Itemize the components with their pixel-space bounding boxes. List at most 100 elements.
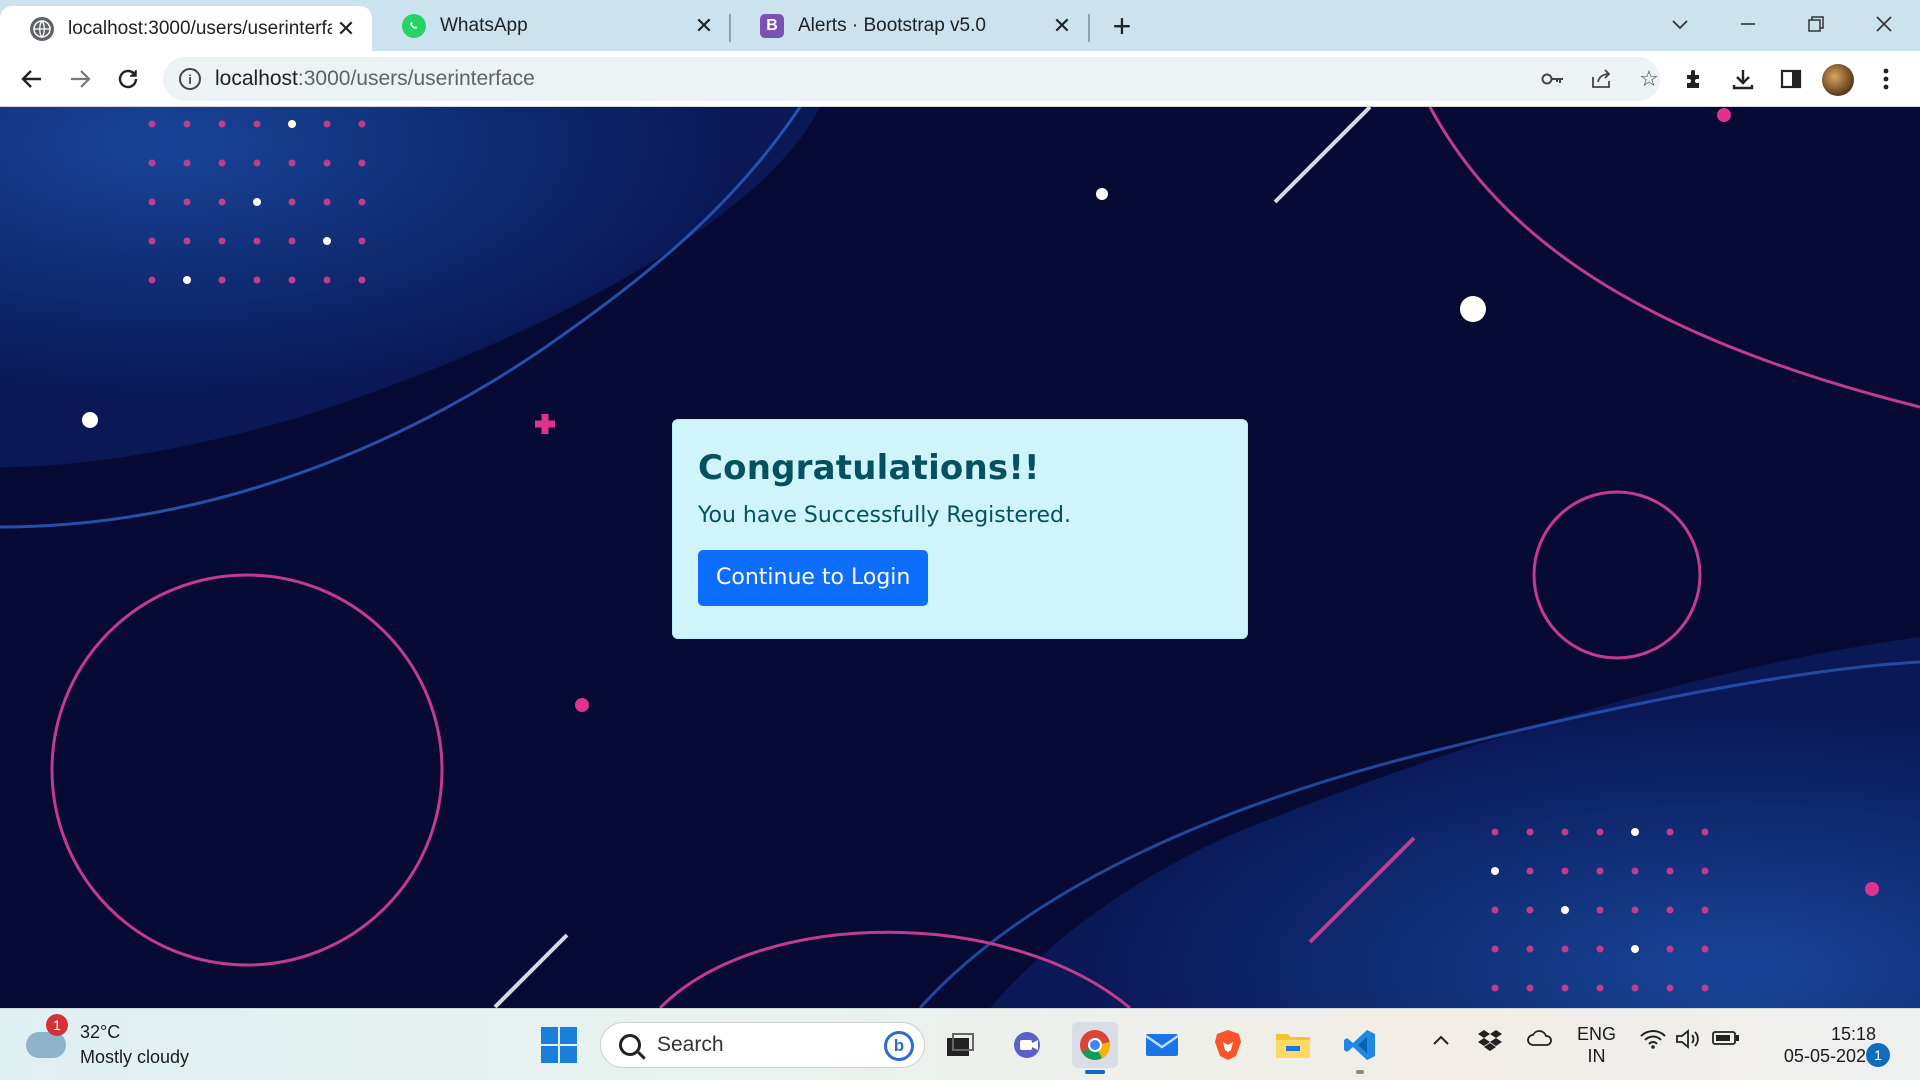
decorative-dot — [148, 276, 156, 284]
decorative-dot — [1596, 906, 1604, 914]
close-tab-icon[interactable]: ✕ — [1048, 12, 1076, 40]
decorative-dot — [218, 120, 226, 128]
language-region: IN — [1587, 1046, 1606, 1066]
close-tab-icon[interactable]: ✕ — [332, 15, 360, 43]
decorative-dot — [1561, 867, 1569, 875]
decorative-dot — [1491, 867, 1499, 875]
teams-chat-icon[interactable] — [1006, 1022, 1052, 1068]
browser-tab-bar: localhost:3000/users/userinterfac ✕ What… — [0, 0, 1920, 51]
language-code: ENG — [1577, 1024, 1617, 1044]
cloud-icon: 1 — [26, 1014, 68, 1058]
decorative-dot — [1666, 828, 1674, 836]
decorative-dot — [1631, 867, 1639, 875]
decorative-dot — [323, 120, 331, 128]
vscode-icon[interactable] — [1337, 1022, 1383, 1074]
onedrive-cloud-icon[interactable] — [1526, 1029, 1554, 1053]
reload-button[interactable] — [108, 59, 148, 99]
decorative-dot — [1596, 984, 1604, 992]
mail-icon[interactable] — [1139, 1022, 1185, 1068]
decorative-dot — [358, 237, 366, 245]
new-tab-button[interactable]: + — [1104, 8, 1140, 44]
decorative-dot — [323, 276, 331, 284]
decorative-dot — [288, 237, 296, 245]
windows-taskbar: 1 32°C Mostly cloudy Search b ENG IN 15:… — [0, 1008, 1920, 1080]
key-icon[interactable] — [1535, 61, 1571, 97]
decorative-dot — [1561, 984, 1569, 992]
system-clock[interactable]: 15:18 05-05-2023 — [1752, 1023, 1876, 1067]
task-view-icon[interactable] — [937, 1022, 983, 1068]
open-indicator — [1356, 1070, 1364, 1074]
extensions-puzzle-icon[interactable] — [1675, 59, 1715, 99]
clock-time: 15:18 — [1830, 1024, 1876, 1044]
browser-toolbar: i localhost:3000/users/userinterface ☆ — [0, 51, 1920, 107]
decorative-dot — [358, 198, 366, 206]
decorative-dot — [1631, 906, 1639, 914]
decorative-dot — [323, 159, 331, 167]
url-text[interactable]: localhost:3000/users/userinterface — [215, 67, 535, 91]
clock-date: 05-05-2023 — [1783, 1046, 1876, 1066]
notification-badge[interactable]: 1 — [1866, 1043, 1890, 1067]
decorative-dot — [323, 237, 331, 245]
decorative-dot — [218, 198, 226, 206]
decorative-dot — [253, 237, 261, 245]
volume-icon[interactable] — [1675, 1029, 1701, 1055]
decorative-dot — [1666, 984, 1674, 992]
decorative-dot — [253, 276, 261, 284]
decorative-dot — [183, 120, 191, 128]
file-explorer-icon[interactable] — [1270, 1022, 1316, 1068]
menu-kebab-icon[interactable] — [1866, 59, 1906, 99]
decorative-dot — [148, 120, 156, 128]
decorative-dot — [1631, 828, 1639, 836]
download-icon[interactable] — [1723, 59, 1763, 99]
show-hidden-icons-chevron-icon[interactable] — [1432, 1029, 1450, 1052]
back-button[interactable] — [12, 59, 52, 99]
side-panel-icon[interactable] — [1771, 59, 1811, 99]
site-info-icon[interactable]: i — [179, 68, 201, 90]
alert-message: You have Successfully Registered. — [698, 502, 1071, 528]
close-tab-icon[interactable]: ✕ — [690, 12, 718, 40]
language-indicator[interactable]: ENG IN — [1577, 1023, 1616, 1067]
decorative-dot — [1491, 906, 1499, 914]
weather-temperature: 32°C — [80, 1022, 121, 1042]
decorative-dot — [358, 120, 366, 128]
tab-whatsapp[interactable]: WhatsApp ✕ — [372, 0, 730, 51]
tab-search-chevron-icon[interactable] — [1652, 4, 1708, 44]
bing-icon[interactable]: b — [884, 1031, 914, 1061]
decorative-dot — [1701, 945, 1709, 953]
brave-browser-icon[interactable] — [1205, 1022, 1251, 1068]
taskbar-search[interactable]: Search b — [600, 1022, 925, 1068]
tab-bootstrap[interactable]: B Alerts · Bootstrap v5.0 ✕ — [730, 0, 1088, 51]
dropbox-icon[interactable] — [1478, 1029, 1502, 1057]
decorative-dot — [1596, 945, 1604, 953]
weather-badge: 1 — [46, 1014, 68, 1036]
continue-to-login-button[interactable]: Continue to Login — [698, 549, 929, 606]
url-host: localhost — [215, 67, 298, 90]
close-window-icon[interactable] — [1856, 4, 1912, 44]
decorative-dot — [183, 198, 191, 206]
decorative-dot — [1701, 828, 1709, 836]
search-label: Search — [657, 1033, 724, 1056]
decorative-dot — [148, 237, 156, 245]
chrome-icon[interactable] — [1072, 1022, 1118, 1074]
profile-avatar[interactable] — [1822, 64, 1854, 96]
decorative-dot — [1561, 906, 1569, 914]
wifi-icon[interactable] — [1640, 1029, 1666, 1055]
address-bar[interactable]: i localhost:3000/users/userinterface ☆ — [163, 57, 1660, 101]
decorative-dot — [1561, 945, 1569, 953]
decorative-dot — [148, 198, 156, 206]
battery-icon[interactable] — [1712, 1029, 1740, 1052]
restore-icon[interactable] — [1788, 4, 1844, 44]
share-icon[interactable] — [1583, 61, 1619, 97]
weather-widget[interactable]: 1 32°C Mostly cloudy — [26, 1014, 189, 1071]
decorative-dot — [288, 198, 296, 206]
tab-localhost[interactable]: localhost:3000/users/userinterfac ✕ — [0, 6, 372, 51]
minimize-icon[interactable] — [1720, 4, 1776, 44]
windows-start-icon[interactable] — [541, 1027, 577, 1063]
bookmark-star-icon[interactable]: ☆ — [1631, 61, 1667, 97]
tab-title: localhost:3000/users/userinterfac — [68, 17, 332, 39]
decorative-dot — [1631, 984, 1639, 992]
tab-separator — [1088, 14, 1090, 42]
decorative-dot — [1666, 906, 1674, 914]
forward-button[interactable] — [60, 59, 100, 99]
success-alert: Congratulations!! You have Successfully … — [672, 419, 1248, 639]
